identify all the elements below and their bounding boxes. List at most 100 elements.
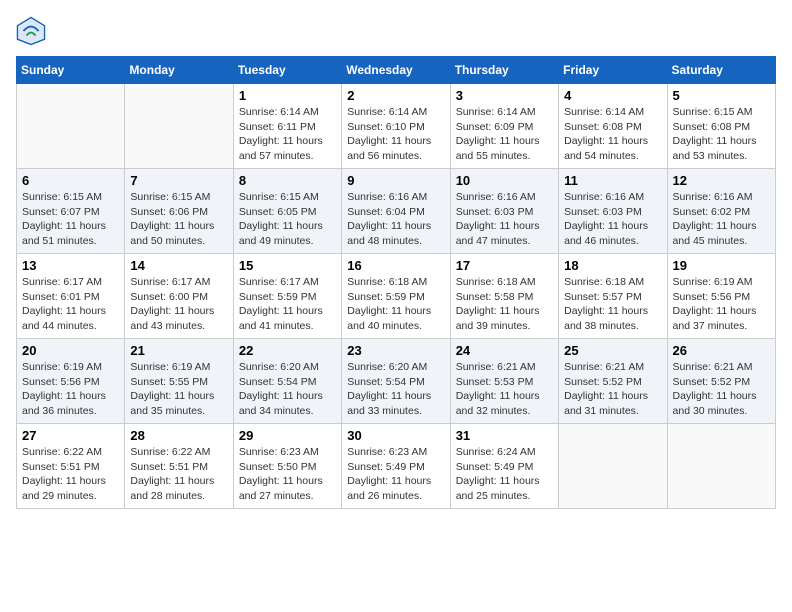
calendar-day-cell: 14 Sunrise: 6:17 AM Sunset: 6:00 PM Dayli… [125, 254, 233, 339]
day-info: Sunrise: 6:16 AM Sunset: 6:02 PM Dayligh… [673, 190, 770, 249]
weekday-header-friday: Friday [559, 57, 667, 84]
calendar-day-cell: 8Sunrise: 6:15 AM Sunset: 6:05 PM Daylig… [233, 169, 341, 254]
day-number: 17 [456, 258, 553, 273]
day-info: Sunrise: 6:20 AM Sunset: 5:54 PM Dayligh… [239, 360, 336, 419]
day-number: 10 [456, 173, 553, 188]
calendar-day-cell: 20 Sunrise: 6:19 AM Sunset: 5:56 PM Dayli… [17, 339, 125, 424]
calendar-day-cell: 23 Sunrise: 6:20 AM Sunset: 5:54 PM Dayli… [342, 339, 450, 424]
calendar-week-row: 1 Sunrise: 6:14 AM Sunset: 6:11 PM Daylig… [17, 84, 776, 169]
day-number: 26 [673, 343, 770, 358]
weekday-header-saturday: Saturday [667, 57, 775, 84]
calendar-day-cell: 7 Sunrise: 6:15 AM Sunset: 6:06 PM Daylig… [125, 169, 233, 254]
calendar-day-cell: 27 Sunrise: 6:22 AM Sunset: 5:51 PM Dayli… [17, 424, 125, 509]
day-number: 3 [456, 88, 553, 103]
day-number: 2 [347, 88, 444, 103]
day-number: 1 [239, 88, 336, 103]
day-number: 7 [130, 173, 227, 188]
calendar-day-cell: 30 Sunrise: 6:23 AM Sunset: 5:49 PM Dayli… [342, 424, 450, 509]
day-info: Sunrise: 6:17 AM Sunset: 5:59 PM Dayligh… [239, 275, 336, 334]
day-number: 9 [347, 173, 444, 188]
calendar-day-cell: 2Sunrise: 6:14 AM Sunset: 6:10 PM Daylig… [342, 84, 450, 169]
calendar-day-cell [559, 424, 667, 509]
day-number: 25 [564, 343, 661, 358]
day-info: Sunrise: 6:20 AM Sunset: 5:54 PM Dayligh… [347, 360, 444, 419]
day-number: 12 [673, 173, 770, 188]
calendar-day-cell: 13Sunrise: 6:17 AM Sunset: 6:01 PM Dayli… [17, 254, 125, 339]
day-number: 15 [239, 258, 336, 273]
day-info: Sunrise: 6:19 AM Sunset: 5:56 PM Dayligh… [673, 275, 770, 334]
day-info: Sunrise: 6:21 AM Sunset: 5:52 PM Dayligh… [673, 360, 770, 419]
day-info: Sunrise: 6:18 AM Sunset: 5:59 PM Dayligh… [347, 275, 444, 334]
calendar-day-cell: 15 Sunrise: 6:17 AM Sunset: 5:59 PM Dayli… [233, 254, 341, 339]
day-info: Sunrise: 6:23 AM Sunset: 5:50 PM Dayligh… [239, 445, 336, 504]
day-number: 24 [456, 343, 553, 358]
day-number: 31 [456, 428, 553, 443]
day-number: 22 [239, 343, 336, 358]
day-info: Sunrise: 6:21 AM Sunset: 5:53 PM Dayligh… [456, 360, 553, 419]
day-info: Sunrise: 6:18 AM Sunset: 5:57 PM Dayligh… [564, 275, 661, 334]
day-info: Sunrise: 6:14 AM Sunset: 6:08 PM Dayligh… [564, 105, 661, 164]
calendar-day-cell: 17 Sunrise: 6:18 AM Sunset: 5:58 PM Dayli… [450, 254, 558, 339]
day-info: Sunrise: 6:14 AM Sunset: 6:09 PM Dayligh… [456, 105, 553, 164]
day-number: 21 [130, 343, 227, 358]
day-info: Sunrise: 6:19 AM Sunset: 5:56 PM Dayligh… [22, 360, 119, 419]
calendar-day-cell: 4 Sunrise: 6:14 AM Sunset: 6:08 PM Daylig… [559, 84, 667, 169]
day-info: Sunrise: 6:16 AM Sunset: 6:03 PM Dayligh… [564, 190, 661, 249]
calendar-week-row: 13Sunrise: 6:17 AM Sunset: 6:01 PM Dayli… [17, 254, 776, 339]
day-info: Sunrise: 6:23 AM Sunset: 5:49 PM Dayligh… [347, 445, 444, 504]
calendar-day-cell: 16 Sunrise: 6:18 AM Sunset: 5:59 PM Dayli… [342, 254, 450, 339]
weekday-header-monday: Monday [125, 57, 233, 84]
weekday-header-sunday: Sunday [17, 57, 125, 84]
day-info: Sunrise: 6:22 AM Sunset: 5:51 PM Dayligh… [22, 445, 119, 504]
calendar-day-cell: 9 Sunrise: 6:16 AM Sunset: 6:04 PM Daylig… [342, 169, 450, 254]
day-number: 6 [22, 173, 119, 188]
day-info: Sunrise: 6:18 AM Sunset: 5:58 PM Dayligh… [456, 275, 553, 334]
calendar-day-cell: 26 Sunrise: 6:21 AM Sunset: 5:52 PM Dayli… [667, 339, 775, 424]
day-info: Sunrise: 6:17 AM Sunset: 6:00 PM Dayligh… [130, 275, 227, 334]
calendar-day-cell: 19 Sunrise: 6:19 AM Sunset: 5:56 PM Dayli… [667, 254, 775, 339]
day-number: 29 [239, 428, 336, 443]
calendar-day-cell: 28 Sunrise: 6:22 AM Sunset: 5:51 PM Dayli… [125, 424, 233, 509]
day-info: Sunrise: 6:14 AM Sunset: 6:11 PM Dayligh… [239, 105, 336, 164]
calendar-day-cell: 3 Sunrise: 6:14 AM Sunset: 6:09 PM Daylig… [450, 84, 558, 169]
calendar-day-cell: 21 Sunrise: 6:19 AM Sunset: 5:55 PM Dayli… [125, 339, 233, 424]
day-number: 20 [22, 343, 119, 358]
day-number: 23 [347, 343, 444, 358]
weekday-header-thursday: Thursday [450, 57, 558, 84]
logo-icon [16, 16, 46, 46]
day-number: 5 [673, 88, 770, 103]
calendar-header-row: SundayMondayTuesdayWednesdayThursdayFrid… [17, 57, 776, 84]
calendar-day-cell: 22 Sunrise: 6:20 AM Sunset: 5:54 PM Dayli… [233, 339, 341, 424]
day-info: Sunrise: 6:16 AM Sunset: 6:04 PM Dayligh… [347, 190, 444, 249]
day-number: 16 [347, 258, 444, 273]
day-info: Sunrise: 6:15 AM Sunset: 6:08 PM Dayligh… [673, 105, 770, 164]
calendar-week-row: 27 Sunrise: 6:22 AM Sunset: 5:51 PM Dayli… [17, 424, 776, 509]
day-info: Sunrise: 6:22 AM Sunset: 5:51 PM Dayligh… [130, 445, 227, 504]
day-info: Sunrise: 6:15 AM Sunset: 6:06 PM Dayligh… [130, 190, 227, 249]
calendar-week-row: 20 Sunrise: 6:19 AM Sunset: 5:56 PM Dayli… [17, 339, 776, 424]
day-number: 27 [22, 428, 119, 443]
calendar-table: SundayMondayTuesdayWednesdayThursdayFrid… [16, 56, 776, 509]
weekday-header-tuesday: Tuesday [233, 57, 341, 84]
calendar-day-cell: 25Sunrise: 6:21 AM Sunset: 5:52 PM Dayli… [559, 339, 667, 424]
logo [16, 16, 50, 46]
calendar-day-cell: 11 Sunrise: 6:16 AM Sunset: 6:03 PM Dayli… [559, 169, 667, 254]
day-number: 30 [347, 428, 444, 443]
day-number: 18 [564, 258, 661, 273]
day-number: 19 [673, 258, 770, 273]
day-number: 8 [239, 173, 336, 188]
calendar-day-cell: 18 Sunrise: 6:18 AM Sunset: 5:57 PM Dayli… [559, 254, 667, 339]
calendar-day-cell: 31Sunrise: 6:24 AM Sunset: 5:49 PM Dayli… [450, 424, 558, 509]
day-info: Sunrise: 6:15 AM Sunset: 6:07 PM Dayligh… [22, 190, 119, 249]
calendar-day-cell [17, 84, 125, 169]
day-number: 4 [564, 88, 661, 103]
day-info: Sunrise: 6:19 AM Sunset: 5:55 PM Dayligh… [130, 360, 227, 419]
day-number: 11 [564, 173, 661, 188]
day-number: 28 [130, 428, 227, 443]
day-number: 14 [130, 258, 227, 273]
page-header [16, 16, 776, 46]
calendar-week-row: 6 Sunrise: 6:15 AM Sunset: 6:07 PM Daylig… [17, 169, 776, 254]
calendar-day-cell: 1 Sunrise: 6:14 AM Sunset: 6:11 PM Daylig… [233, 84, 341, 169]
calendar-day-cell [667, 424, 775, 509]
day-info: Sunrise: 6:16 AM Sunset: 6:03 PM Dayligh… [456, 190, 553, 249]
